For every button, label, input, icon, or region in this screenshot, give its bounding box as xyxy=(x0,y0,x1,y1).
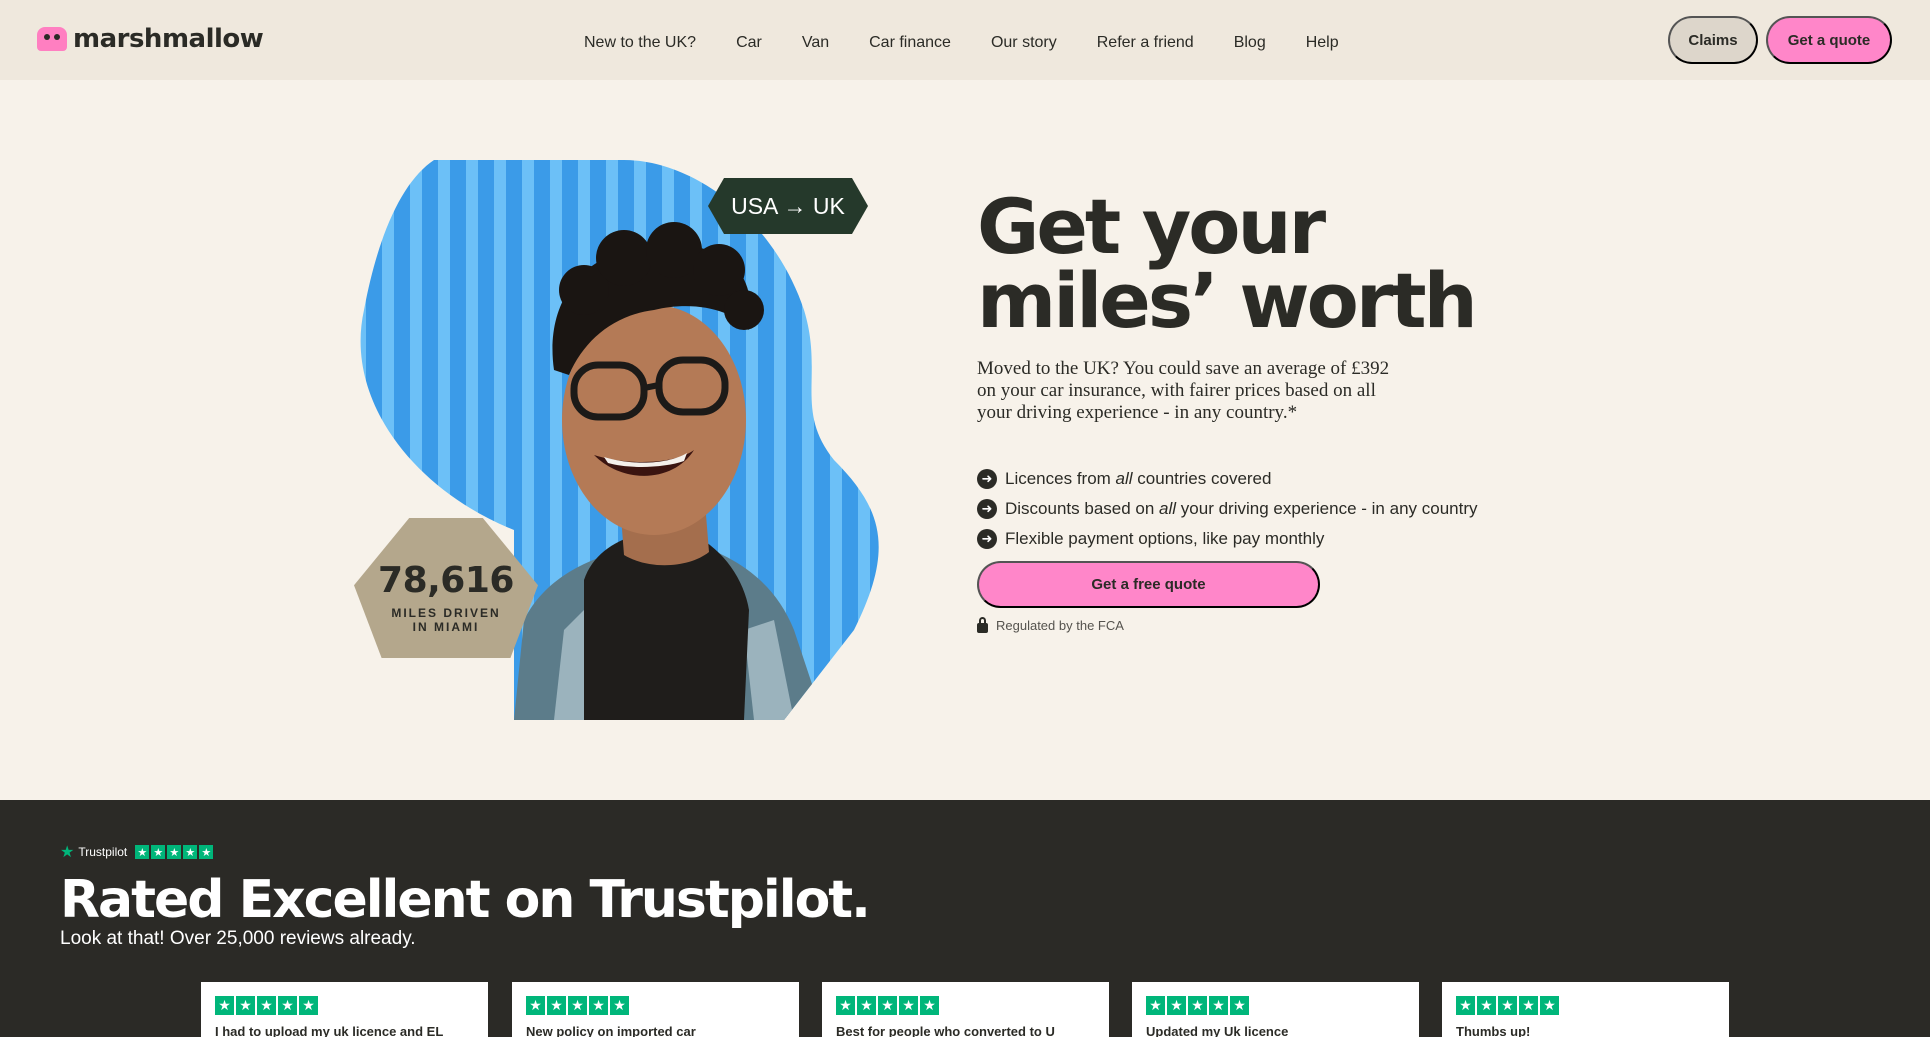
nav-item-refer-a-friend[interactable]: Refer a friend xyxy=(1097,34,1194,52)
fca-notice: Regulated by the FCA xyxy=(977,616,1124,633)
star-icon: ★ xyxy=(199,845,214,859)
marshmallow-logo[interactable]: marshmallow xyxy=(37,24,264,54)
review-text: Updated my Uk licence xyxy=(1146,1024,1289,1037)
star-icon: ★ xyxy=(183,845,198,859)
star-icon: ★ xyxy=(920,996,939,1015)
review-stars: ★ ★ ★ ★ ★ xyxy=(1146,996,1249,1015)
star-icon: ★ xyxy=(526,996,545,1015)
logo-text: marshmallow xyxy=(73,24,264,54)
lock-icon xyxy=(977,616,988,633)
star-icon: ★ xyxy=(299,996,318,1015)
trustpilot-brand[interactable]: ★ Trustpilot ★ ★ ★ ★ ★ xyxy=(60,842,214,862)
main-nav: New to the UK? Car Van Car finance Our s… xyxy=(584,34,1339,52)
star-icon: ★ xyxy=(547,996,566,1015)
miles-caption: MILES DRIVEN IN MIAMI xyxy=(391,606,501,634)
list-item: ➜ Flexible payment options, like pay mon… xyxy=(977,524,1478,554)
star-icon: ★ xyxy=(167,845,182,859)
nav-item-van[interactable]: Van xyxy=(802,34,829,52)
nav-item-new-to-uk[interactable]: New to the UK? xyxy=(584,34,696,52)
star-icon: ★ xyxy=(1456,996,1475,1015)
benefit-text: Flexible payment options, like pay month… xyxy=(1005,529,1325,548)
star-icon: ★ xyxy=(878,996,897,1015)
arrow-right-icon: ➜ xyxy=(977,499,997,519)
fca-text: Regulated by the FCA xyxy=(996,618,1124,633)
logo-icon xyxy=(37,27,67,51)
star-icon: ★ xyxy=(135,845,150,859)
star-icon: ★ xyxy=(610,996,629,1015)
star-icon: ★ xyxy=(1146,996,1165,1015)
review-card[interactable]: ★ ★ ★ ★ ★ Thumbs up! xyxy=(1442,982,1729,1037)
review-text: Thumbs up! xyxy=(1456,1024,1531,1037)
hero-headline: Get your miles’ worth xyxy=(977,182,1478,345)
list-item: ➜ Licences from all countries covered xyxy=(977,464,1478,494)
benefit-text: Discounts based on all your driving expe… xyxy=(1005,499,1478,518)
star-icon: ★ xyxy=(1167,996,1186,1015)
rating-stars: ★ ★ ★ ★ ★ xyxy=(135,845,214,859)
benefit-text: Licences from all countries covered xyxy=(1005,469,1272,488)
review-stars: ★ ★ ★ ★ ★ xyxy=(215,996,318,1015)
nav-item-car-finance[interactable]: Car finance xyxy=(869,34,951,52)
list-item: ➜ Discounts based on all your driving ex… xyxy=(977,494,1478,524)
star-icon: ★ xyxy=(1209,996,1228,1015)
nav-item-help[interactable]: Help xyxy=(1306,34,1339,52)
review-text: New policy on imported car xyxy=(526,1024,696,1037)
usa-to-uk-tag: USA → UK xyxy=(708,178,868,234)
trustpilot-label: Trustpilot xyxy=(78,845,128,859)
trustpilot-star-icon: ★ xyxy=(60,844,75,861)
claims-button[interactable]: Claims xyxy=(1668,16,1758,64)
star-icon: ★ xyxy=(1477,996,1496,1015)
star-icon: ★ xyxy=(1188,996,1207,1015)
trustpilot-subtitle: Look at that! Over 25,000 reviews alread… xyxy=(60,928,416,949)
star-icon: ★ xyxy=(151,845,166,859)
review-text: I had to upload my uk licence and EL xyxy=(215,1024,444,1037)
review-card[interactable]: ★ ★ ★ ★ ★ I had to upload my uk licence and … xyxy=(201,982,488,1037)
nav-item-our-story[interactable]: Our story xyxy=(991,34,1057,52)
arrow-right-icon: ➜ xyxy=(977,469,997,489)
arrow-right-icon: ➜ xyxy=(977,529,997,549)
star-icon: ★ xyxy=(257,996,276,1015)
star-icon: ★ xyxy=(215,996,234,1015)
review-card[interactable]: ★ ★ ★ ★ ★ New policy on imported car xyxy=(512,982,799,1037)
star-icon: ★ xyxy=(568,996,587,1015)
get-a-free-quote-button[interactable]: Get a free quote xyxy=(977,561,1320,608)
review-stars: ★ ★ ★ ★ ★ xyxy=(1456,996,1559,1015)
miles-value: 78,616 xyxy=(378,560,514,601)
trustpilot-section: ★ Trustpilot ★ ★ ★ ★ ★ Rated Excellent o… xyxy=(0,800,1930,1037)
review-card[interactable]: ★ ★ ★ ★ ★ Updated my Uk licence xyxy=(1132,982,1419,1037)
star-icon: ★ xyxy=(278,996,297,1015)
star-icon: ★ xyxy=(1540,996,1559,1015)
review-text: Best for people who converted to U xyxy=(836,1024,1055,1037)
review-stars: ★ ★ ★ ★ ★ xyxy=(526,996,629,1015)
hero-intro: Moved to the UK? You could save an avera… xyxy=(977,358,1390,423)
trustpilot-title: Rated Excellent on Trustpilot. xyxy=(60,870,871,930)
star-icon: ★ xyxy=(899,996,918,1015)
star-icon: ★ xyxy=(857,996,876,1015)
get-a-quote-button[interactable]: Get a quote xyxy=(1766,16,1892,64)
star-icon: ★ xyxy=(836,996,855,1015)
star-icon: ★ xyxy=(236,996,255,1015)
star-icon: ★ xyxy=(1498,996,1517,1015)
star-icon: ★ xyxy=(1519,996,1538,1015)
nav-item-car[interactable]: Car xyxy=(736,34,762,52)
nav-item-blog[interactable]: Blog xyxy=(1234,34,1266,52)
star-icon: ★ xyxy=(589,996,608,1015)
review-card[interactable]: ★ ★ ★ ★ ★ Best for people who converted to U xyxy=(822,982,1109,1037)
review-stars: ★ ★ ★ ★ ★ xyxy=(836,996,939,1015)
star-icon: ★ xyxy=(1230,996,1249,1015)
site-header: marshmallow New to the UK? Car Van Car f… xyxy=(0,0,1930,80)
benefits-list: ➜ Licences from all countries covered ➜ … xyxy=(977,464,1478,554)
